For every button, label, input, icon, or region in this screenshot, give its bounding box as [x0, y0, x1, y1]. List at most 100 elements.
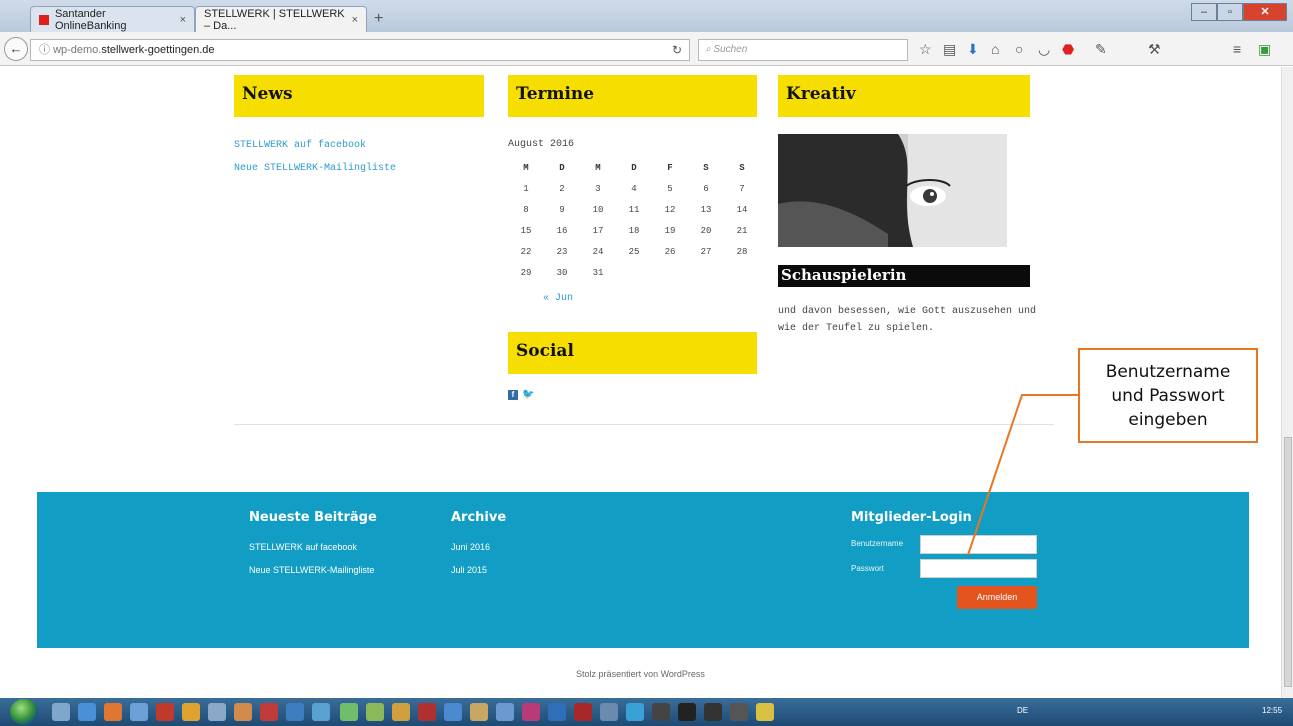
taskbar-app-icon[interactable]: [704, 703, 722, 721]
tab-close-icon[interactable]: ×: [180, 14, 186, 26]
weekday-header: S: [703, 162, 709, 173]
calendar-table: M D M D F S S 1 2 3 4 5 6 7 8 9 10 11 12 13 14 15 16 17 1…: [508, 157, 760, 283]
tab-close-icon[interactable]: ×: [352, 14, 358, 26]
taskbar-app-icon[interactable]: [260, 703, 278, 721]
start-button[interactable]: [10, 699, 38, 725]
password-field[interactable]: [920, 559, 1037, 578]
termine-widget-title: Termine: [508, 75, 757, 117]
calendar-prev-link[interactable]: « Jun: [543, 293, 573, 304]
callout-line-3: eingeben: [1128, 410, 1208, 430]
social-icons: f 🐦: [508, 390, 534, 400]
calendar-week-row: 1 2 3 4 5 6 7: [508, 178, 760, 199]
tab-santander[interactable]: Santander OnlineBanking ×: [30, 6, 195, 32]
back-button[interactable]: ←: [4, 37, 28, 61]
download-icon[interactable]: ⬇: [967, 41, 979, 58]
recent-post-link[interactable]: Neue STELLWERK-Mailingliste: [249, 565, 374, 575]
taskbar-app-icon[interactable]: [392, 703, 410, 721]
footer-credit[interactable]: Stolz präsentiert von WordPress: [0, 669, 1281, 679]
calendar-day: 24: [592, 246, 604, 257]
taskbar-app-icon[interactable]: [286, 703, 304, 721]
taskbar-app-icon[interactable]: [626, 703, 644, 721]
search-input[interactable]: ⌕ Suchen: [698, 39, 908, 61]
info-icon[interactable]: ⓘ: [39, 44, 53, 56]
taskbar-app-icon[interactable]: [366, 703, 384, 721]
vertical-scrollbar[interactable]: [1281, 67, 1293, 698]
close-window-button[interactable]: ✕: [1243, 3, 1287, 21]
taskbar-app-icon[interactable]: [444, 703, 462, 721]
url-bar[interactable]: ⓘ wp-demo.stellwerk-goettingen.de: [30, 39, 690, 61]
ie-icon[interactable]: [78, 703, 96, 721]
taskbar-app-icon[interactable]: [52, 703, 70, 721]
taskbar-app-icon[interactable]: [234, 703, 252, 721]
actress-photo-graphic: [778, 134, 1007, 247]
calendar-day: 3: [595, 183, 601, 194]
kreativ-caption[interactable]: Schauspielerin: [778, 265, 1030, 287]
recent-posts-title: Neueste Beiträge: [249, 510, 377, 525]
adblock-icon[interactable]: ⬣: [1062, 41, 1074, 58]
calendar-day: 8: [523, 204, 529, 215]
login-button[interactable]: Anmelden: [957, 586, 1037, 609]
weekday-header: M: [595, 162, 601, 173]
url-subdomain: wp-demo.: [53, 44, 102, 56]
archive-link[interactable]: Juni 2016: [451, 542, 490, 552]
calendar-day: 12: [664, 204, 676, 215]
filezilla-icon[interactable]: [156, 703, 174, 721]
actress-photo[interactable]: [778, 134, 1007, 247]
kreativ-text: und davon besessen, wie Gott auszusehen …: [778, 306, 1037, 334]
taskbar-app-icon[interactable]: [182, 703, 200, 721]
taskbar-app-icon[interactable]: [756, 703, 774, 721]
firefox-icon[interactable]: [104, 703, 122, 721]
language-indicator[interactable]: DE: [1017, 706, 1028, 715]
taskbar-app-icon[interactable]: [130, 703, 148, 721]
taskbar-app-icon[interactable]: [418, 703, 436, 721]
bookmark-star-icon[interactable]: ☆: [919, 41, 932, 58]
minimize-button[interactable]: –: [1191, 3, 1217, 21]
username-field[interactable]: [920, 535, 1037, 554]
taskbar-app-icon[interactable]: [548, 703, 566, 721]
archive-link[interactable]: Juli 2015: [451, 565, 487, 575]
maximize-button[interactable]: ▫: [1217, 3, 1243, 21]
taskbar-app-icon[interactable]: [470, 703, 488, 721]
taskbar-app-icon[interactable]: [340, 703, 358, 721]
reload-icon[interactable]: ↻: [672, 39, 682, 61]
hello-icon[interactable]: ○: [1015, 41, 1023, 57]
calendar-day: 1: [523, 183, 529, 194]
calendar-week-row: 22 23 24 25 26 27 28: [508, 241, 760, 262]
twitter-icon[interactable]: 🐦: [522, 390, 534, 400]
pocket-icon[interactable]: ◡: [1038, 41, 1050, 58]
tab-title: STELLWERK | STELLWERK – Da...: [204, 7, 345, 32]
news-link[interactable]: Neue STELLWERK-Mailingliste: [234, 163, 396, 174]
username-label: Benutzername: [851, 539, 904, 548]
new-tab-button[interactable]: +: [374, 10, 383, 28]
taskbar-app-icon[interactable]: [730, 703, 748, 721]
calendar-day: 7: [739, 183, 745, 194]
taskbar-app-icon[interactable]: [312, 703, 330, 721]
taskbar-app-icon[interactable]: [574, 703, 592, 721]
weekday-header: S: [739, 162, 745, 173]
facebook-icon[interactable]: f: [508, 390, 518, 400]
taskbar-app-icon[interactable]: [522, 703, 540, 721]
tools-icon[interactable]: ⚒: [1148, 41, 1161, 58]
taskbar-app-icon[interactable]: [600, 703, 618, 721]
weekday-header: D: [631, 162, 637, 173]
taskbar-app-icon[interactable]: [496, 703, 514, 721]
addon-icon[interactable]: ▣: [1258, 41, 1271, 58]
taskbar-app-icon[interactable]: [652, 703, 670, 721]
home-icon[interactable]: ⌂: [991, 41, 999, 57]
browser-tab-bar: Santander OnlineBanking × STELLWERK | ST…: [0, 0, 1293, 32]
calendar-day: 2: [559, 183, 565, 194]
scrollbar-thumb[interactable]: [1284, 437, 1292, 687]
reading-list-icon[interactable]: ▤: [943, 41, 956, 58]
taskbar-app-icon[interactable]: [678, 703, 696, 721]
recent-post-link[interactable]: STELLWERK auf facebook: [249, 542, 357, 552]
calendar-day: 28: [736, 246, 748, 257]
tab-stellwerk[interactable]: STELLWERK | STELLWERK – Da... ×: [195, 6, 367, 32]
taskbar-clock[interactable]: 12:55: [1262, 706, 1282, 715]
menu-icon[interactable]: ≡: [1233, 41, 1241, 57]
news-link[interactable]: STELLWERK auf facebook: [234, 140, 396, 151]
weekday-header: F: [667, 162, 673, 173]
calendar-day: 31: [592, 267, 604, 278]
calendar-day: [724, 262, 760, 283]
translate-icon[interactable]: ✎: [1095, 41, 1107, 58]
taskbar-app-icon[interactable]: [208, 703, 226, 721]
